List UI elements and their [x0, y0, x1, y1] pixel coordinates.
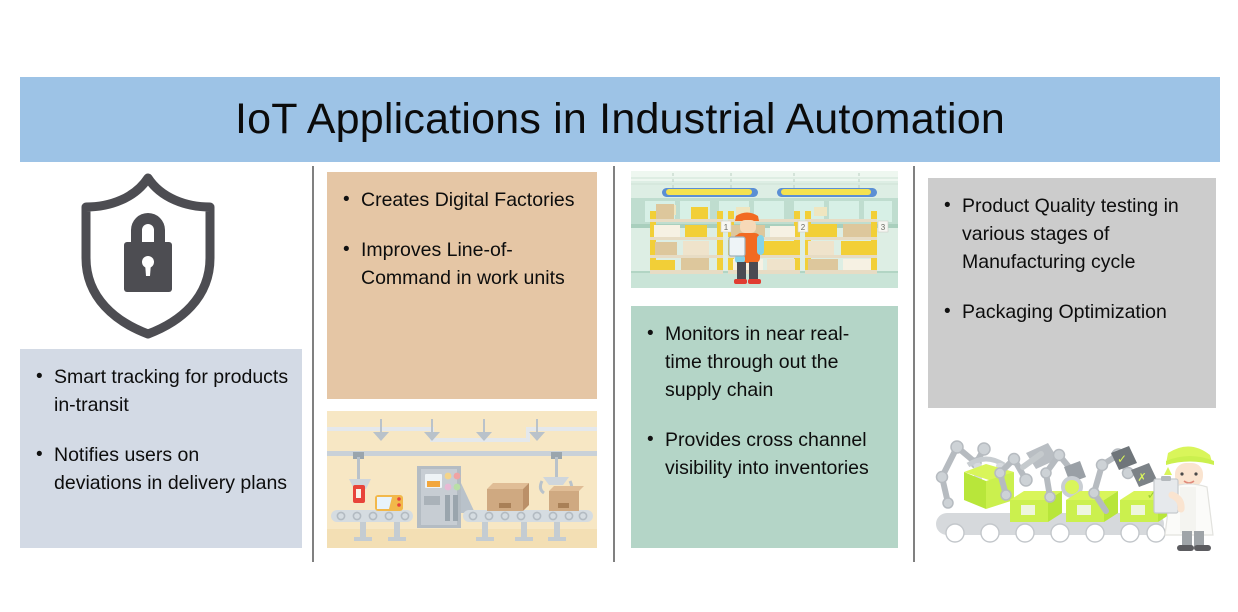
bullet-text: Improves Line-of-Command in work units: [361, 239, 565, 289]
bullet-marker: •: [944, 195, 951, 216]
warehouse-worker-illustration: 1 2 3: [631, 171, 898, 288]
bullet-marker: •: [343, 189, 350, 210]
column-4-bullet-box: • Product Quality testing in various sta…: [928, 178, 1216, 408]
list-item: • Provides cross channel visibility into…: [641, 426, 886, 482]
list-item: • Smart tracking for products in-transit: [30, 363, 290, 419]
bullet-marker: •: [647, 429, 654, 450]
bullet-text: Provides cross channel visibility into i…: [665, 429, 869, 479]
bullet-text: Monitors in near real-time through out t…: [665, 323, 850, 401]
list-item: • Creates Digital Factories: [337, 186, 585, 214]
bullet-marker: •: [36, 366, 43, 387]
list-item: • Product Quality testing in various sta…: [938, 192, 1204, 276]
factory-conveyor-illustration: [327, 411, 597, 548]
list-item: • Improves Line-of-Command in work units: [337, 236, 585, 292]
bullet-marker: •: [944, 301, 951, 322]
bullet-text: Packaging Optimization: [962, 301, 1167, 323]
robotic-quality-inspection-illustration: ✓ ✗ ✓: [928, 425, 1220, 560]
list-item: • Packaging Optimization: [938, 298, 1204, 326]
bullet-text: Smart tracking for products in-transit: [54, 366, 289, 416]
bullet-text: Product Quality testing in various stage…: [962, 195, 1179, 273]
list-item: • Monitors in near real-time through out…: [641, 320, 886, 404]
column-divider-2: [613, 166, 615, 562]
svg-text:3: 3: [881, 223, 886, 232]
column-1-bullet-box: • Smart tracking for products in-transit…: [20, 349, 302, 548]
bullet-marker: •: [647, 323, 654, 344]
list-item: • Notifies users on deviations in delive…: [30, 441, 290, 497]
bullet-text: Notifies users on deviations in delivery…: [54, 444, 288, 494]
column-divider-1: [312, 166, 314, 562]
column-2-bullet-box: • Creates Digital Factories • Improves L…: [327, 172, 597, 399]
shield-lock-icon: [72, 170, 224, 340]
title-banner: IoT Applications in Industrial Automatio…: [20, 77, 1220, 162]
column-3-bullet-box: • Monitors in near real-time through out…: [631, 306, 898, 548]
bullet-text: Creates Digital Factories: [361, 189, 575, 211]
column-divider-3: [913, 166, 915, 562]
bullet-marker: •: [36, 444, 43, 465]
svg-text:2: 2: [801, 223, 806, 232]
page-title: IoT Applications in Industrial Automatio…: [235, 95, 1005, 143]
svg-text:✗: ✗: [1137, 472, 1146, 484]
svg-text:1: 1: [724, 223, 729, 232]
slide-canvas: IoT Applications in Industrial Automatio…: [0, 0, 1238, 612]
bullet-marker: •: [343, 239, 350, 260]
svg-text:✓: ✓: [1117, 452, 1127, 466]
